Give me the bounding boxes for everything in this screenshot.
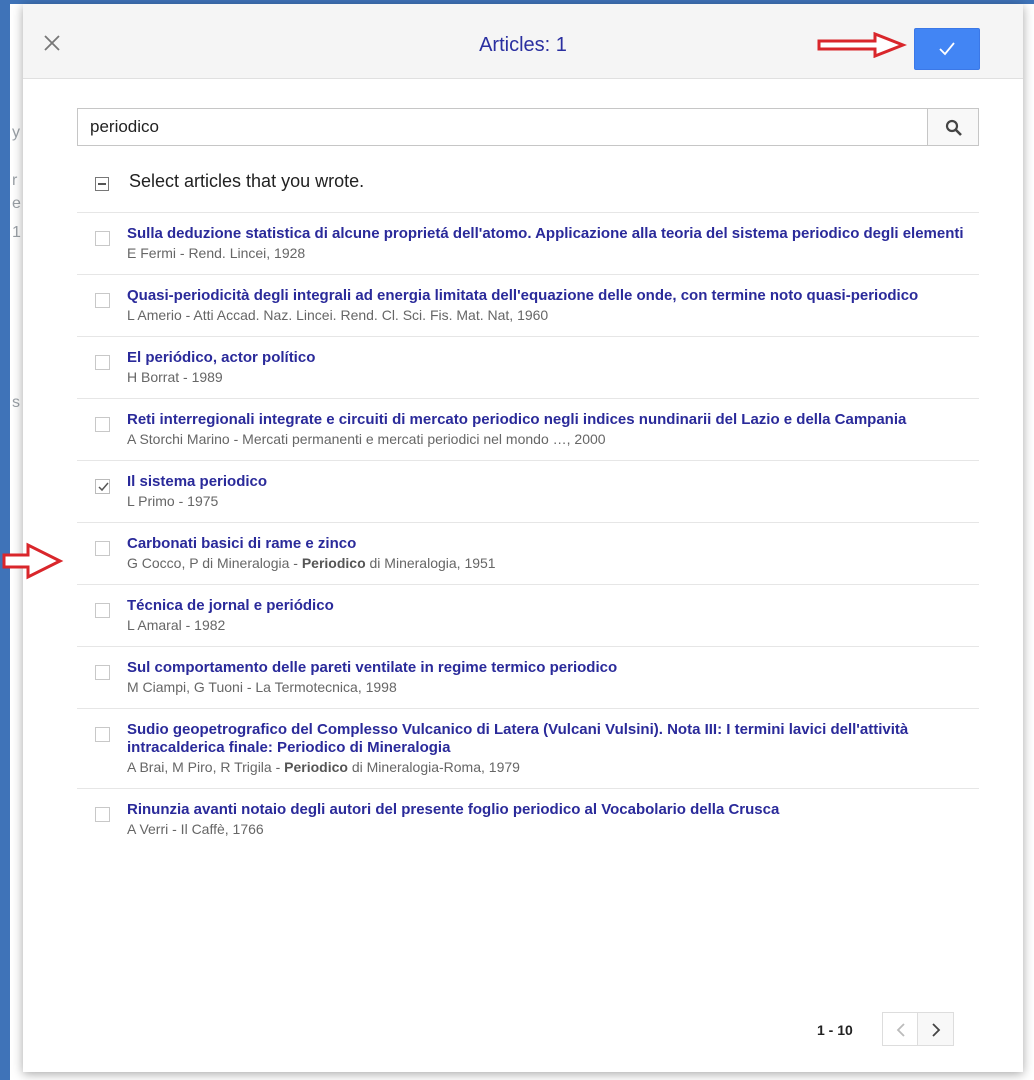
dialog-header: Articles: 1 [23, 4, 1023, 79]
article-meta: E Fermi - Rend. Lincei, 1928 [127, 245, 306, 261]
article-checkbox[interactable] [95, 479, 110, 494]
search-button[interactable] [927, 108, 979, 146]
article-title[interactable]: Sulla deduzione statistica di alcune pro… [127, 225, 979, 243]
chevron-left-icon [896, 1023, 905, 1037]
checkmark-icon [98, 482, 109, 492]
pagination-range: 1 - 10 [817, 1022, 853, 1038]
article-checkbox[interactable] [95, 807, 110, 822]
background-text: r [12, 172, 18, 189]
pagination: 1 - 10 [817, 1012, 979, 1048]
confirm-button[interactable] [914, 28, 980, 70]
article-meta: M Ciampi, G Tuoni - La Termotecnica, 199… [127, 679, 397, 695]
article-row: Il sistema periodico L Primo - 1975 [77, 460, 979, 522]
article-row: Reti interregionali integrate e circuiti… [77, 398, 979, 460]
article-meta: L Primo - 1975 [127, 493, 219, 509]
search-bar [77, 108, 979, 146]
article-checkbox[interactable] [95, 417, 110, 432]
article-row: Sulla deduzione statistica di alcune pro… [77, 212, 979, 274]
article-row: Sul comportamento delle pareti ventilate… [77, 646, 979, 708]
article-meta: L Amerio - Atti Accad. Naz. Lincei. Rend… [127, 307, 549, 323]
annotation-arrow-icon [2, 542, 64, 580]
select-all-label: Select articles that you wrote. [129, 171, 365, 191]
article-checkbox[interactable] [95, 603, 110, 618]
article-row: Sudio geopetrografico del Complesso Vulc… [77, 708, 979, 788]
background-text: 1 [12, 224, 21, 241]
article-row: Rinunzia avanti notaio degli autori del … [77, 788, 979, 850]
article-title[interactable]: Il sistema periodico [127, 473, 979, 491]
article-title[interactable]: Carbonati basici di rame e zinco [127, 535, 979, 553]
next-page-button[interactable] [918, 1012, 954, 1046]
article-meta-source: di Mineralogia-Roma, 1979 [347, 759, 520, 775]
article-checkbox[interactable] [95, 231, 110, 246]
article-meta: A Storchi Marino - Mercati permanenti e … [127, 431, 606, 447]
article-meta-highlight: Periodico [284, 759, 348, 775]
article-meta: L Amaral - 1982 [127, 617, 226, 633]
article-title[interactable]: Reti interregionali integrate e circuiti… [127, 411, 979, 429]
article-row: Técnica de jornal e periódico L Amaral - … [77, 584, 979, 646]
background-page-edge [0, 0, 10, 1080]
chevron-right-icon [932, 1023, 941, 1037]
article-row: Quasi-periodicità degli integrali ad ene… [77, 274, 979, 336]
article-meta: A Brai, M Piro, R Trigila - Periodico di… [127, 758, 979, 776]
add-articles-dialog: Articles: 1 Select articles that you wro… [23, 4, 1023, 1072]
article-checkbox[interactable] [95, 665, 110, 680]
article-checkbox[interactable] [95, 727, 110, 742]
background-text: e [12, 195, 21, 212]
article-title[interactable]: Rinunzia avanti notaio degli autori del … [127, 801, 979, 819]
article-meta: G Cocco, P di Mineralogia - Periodico di… [127, 554, 979, 572]
article-title[interactable]: Sudio geopetrografico del Complesso Vulc… [127, 721, 979, 757]
article-title[interactable]: Quasi-periodicità degli integrali ad ene… [127, 287, 979, 305]
article-checkbox[interactable] [95, 293, 110, 308]
article-meta: A Verri - Il Caffè, 1766 [127, 821, 264, 837]
checkmark-icon [939, 42, 955, 56]
article-list: Sulla deduzione statistica di alcune pro… [77, 212, 979, 850]
background-text: s [12, 394, 20, 411]
article-row: El periódico, actor político H Borrat - 1… [77, 336, 979, 398]
article-meta-highlight: Periodico [301, 555, 366, 571]
search-icon [945, 119, 962, 136]
article-row: Carbonati basici di rame e zinco G Cocco,… [77, 522, 979, 584]
article-meta-authors: A Brai, M Piro, R Trigila - [127, 759, 285, 775]
previous-page-button[interactable] [882, 1012, 918, 1046]
article-meta-source: di Mineralogia, 1951 [365, 555, 496, 571]
article-meta: H Borrat - 1989 [127, 369, 223, 385]
background-text: y [12, 124, 20, 141]
search-input[interactable] [77, 108, 927, 146]
article-title[interactable]: Técnica de jornal e periódico [127, 597, 979, 615]
article-checkbox[interactable] [95, 541, 110, 556]
article-title[interactable]: El periódico, actor político [127, 349, 979, 367]
annotation-arrow-icon [817, 32, 907, 58]
article-checkbox[interactable] [95, 355, 110, 370]
select-all-checkbox[interactable] [95, 177, 109, 191]
article-title[interactable]: Sul comportamento delle pareti ventilate… [127, 659, 979, 677]
article-meta-authors: G Cocco, P di Mineralogia - [127, 555, 302, 571]
